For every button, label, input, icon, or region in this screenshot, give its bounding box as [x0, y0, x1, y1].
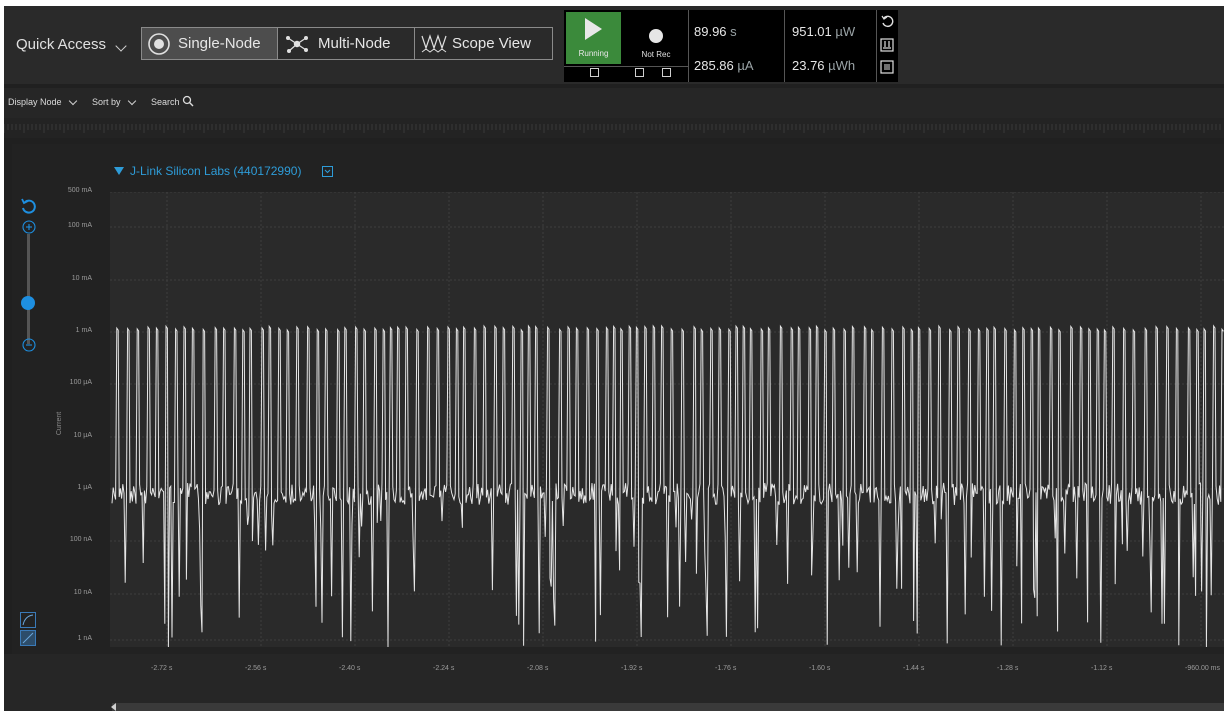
x-tick-label: -2.08 s — [527, 665, 549, 672]
x-tick-label: -1.92 s — [621, 665, 643, 672]
chevron-down-icon[interactable] — [127, 96, 137, 106]
timeline-ruler[interactable] — [4, 118, 1224, 138]
record-options-icon[interactable] — [635, 68, 644, 77]
chart-settings-icon[interactable] — [880, 38, 894, 52]
y-tick-label: 1 µA — [77, 484, 92, 491]
play-icon — [585, 18, 602, 40]
x-tick-label: -2.72 s — [151, 665, 173, 672]
x-tick-label: -1.44 s — [903, 665, 925, 672]
y-tick-label: 100 mA — [67, 222, 92, 229]
x-tick-label: -1.76 s — [715, 665, 737, 672]
display-node-dropdown[interactable]: Display Node — [8, 97, 62, 107]
scope-view-button[interactable]: Scope View — [414, 28, 552, 59]
y-tick-label: 1 nA — [77, 635, 92, 642]
collapse-triangle-icon[interactable] — [114, 166, 124, 176]
x-tick-label: -2.56 s — [245, 665, 267, 672]
y-tick-label: 500 mA — [67, 187, 92, 194]
scope-wave-icon — [421, 34, 447, 53]
average-current: 285.86 µA — [694, 58, 754, 73]
multi-node-label: Multi-Node — [318, 35, 391, 52]
run-status-label: Running — [578, 49, 609, 58]
scroll-left-icon[interactable] — [110, 702, 118, 711]
zoom-slider-handle[interactable] — [21, 296, 35, 310]
reset-zoom-icon[interactable] — [20, 198, 36, 214]
log-scale-icon[interactable] — [20, 630, 36, 646]
search-button[interactable]: Search — [151, 97, 180, 107]
device-menu-icon[interactable] — [322, 166, 333, 177]
zoom-in-icon[interactable] — [22, 220, 36, 234]
x-tick-label: -960.00 ms — [1185, 665, 1221, 672]
linear-scale-icon[interactable] — [20, 612, 36, 628]
y-tick-label: 1 mA — [75, 327, 92, 334]
single-node-label: Single-Node — [178, 35, 261, 52]
horizontal-scrollbar[interactable] — [112, 703, 1224, 711]
y-tick-label: 10 mA — [71, 275, 92, 282]
elapsed-time: 89.96 s — [694, 24, 737, 39]
y-tick-label: 10 nA — [73, 589, 92, 596]
total-energy: 23.76 µWh — [792, 58, 856, 73]
top-bar: Quick Access Single-Node Multi-Node Scop… — [4, 6, 1224, 84]
x-tick-label: -2.24 s — [433, 665, 455, 672]
chevron-down-icon[interactable] — [68, 96, 78, 106]
x-tick-label: -1.12 s — [1091, 665, 1113, 672]
log-list-icon[interactable] — [880, 60, 894, 74]
record-icon[interactable] — [646, 26, 666, 46]
single-node-icon — [148, 33, 170, 55]
device-name: J-Link Silicon Labs (440172990) — [130, 164, 302, 178]
chevron-down-icon[interactable] — [115, 40, 127, 52]
quick-access-label[interactable]: Quick Access — [16, 36, 106, 53]
multi-node-button[interactable]: Multi-Node — [277, 28, 414, 59]
current-trace-plot — [110, 192, 1224, 647]
sort-by-dropdown[interactable]: Sort by — [92, 97, 121, 107]
divider — [688, 10, 689, 82]
y-tick-label: 100 µA — [69, 379, 92, 386]
record-status-label: Not Rec — [641, 50, 671, 59]
x-tick-label: -1.60 s — [809, 665, 831, 672]
divider — [784, 10, 785, 82]
y-tick-label: 10 µA — [73, 432, 92, 439]
average-power: 951.01 µW — [792, 24, 856, 39]
chart-toolbar: Display Node Sort by Search — [4, 88, 1224, 118]
x-tick-label: -2.40 s — [339, 665, 361, 672]
mode-selector: Single-Node Multi-Node Scope View — [141, 27, 553, 60]
divider — [876, 10, 877, 82]
multi-node-icon — [286, 36, 308, 53]
scope-view-label: Scope View — [452, 35, 531, 52]
ruler-ticks — [4, 124, 1221, 133]
zoom-out-icon[interactable] — [22, 338, 36, 352]
zoom-slider-track[interactable] — [27, 234, 30, 344]
app-window: Quick Access Single-Node Multi-Node Scop… — [4, 6, 1224, 711]
search-icon[interactable] — [182, 95, 194, 107]
y-tick-label: 100 nA — [69, 536, 92, 543]
reset-icon[interactable] — [880, 14, 894, 28]
run-button[interactable]: Running — [566, 12, 621, 64]
current-trace-line — [111, 324, 1224, 647]
recording-panel: Running Not Rec 89.96 s 285.86 µA 951.01… — [564, 10, 898, 82]
divider — [564, 66, 624, 67]
record-export-icon[interactable] — [662, 68, 671, 77]
divider — [624, 66, 688, 67]
run-options-icon[interactable] — [590, 68, 599, 77]
y-axis-title: Current — [56, 411, 64, 436]
x-tick-label: -1.28 s — [997, 665, 1019, 672]
plot-area[interactable] — [110, 192, 1224, 647]
single-node-button[interactable]: Single-Node — [142, 28, 277, 59]
